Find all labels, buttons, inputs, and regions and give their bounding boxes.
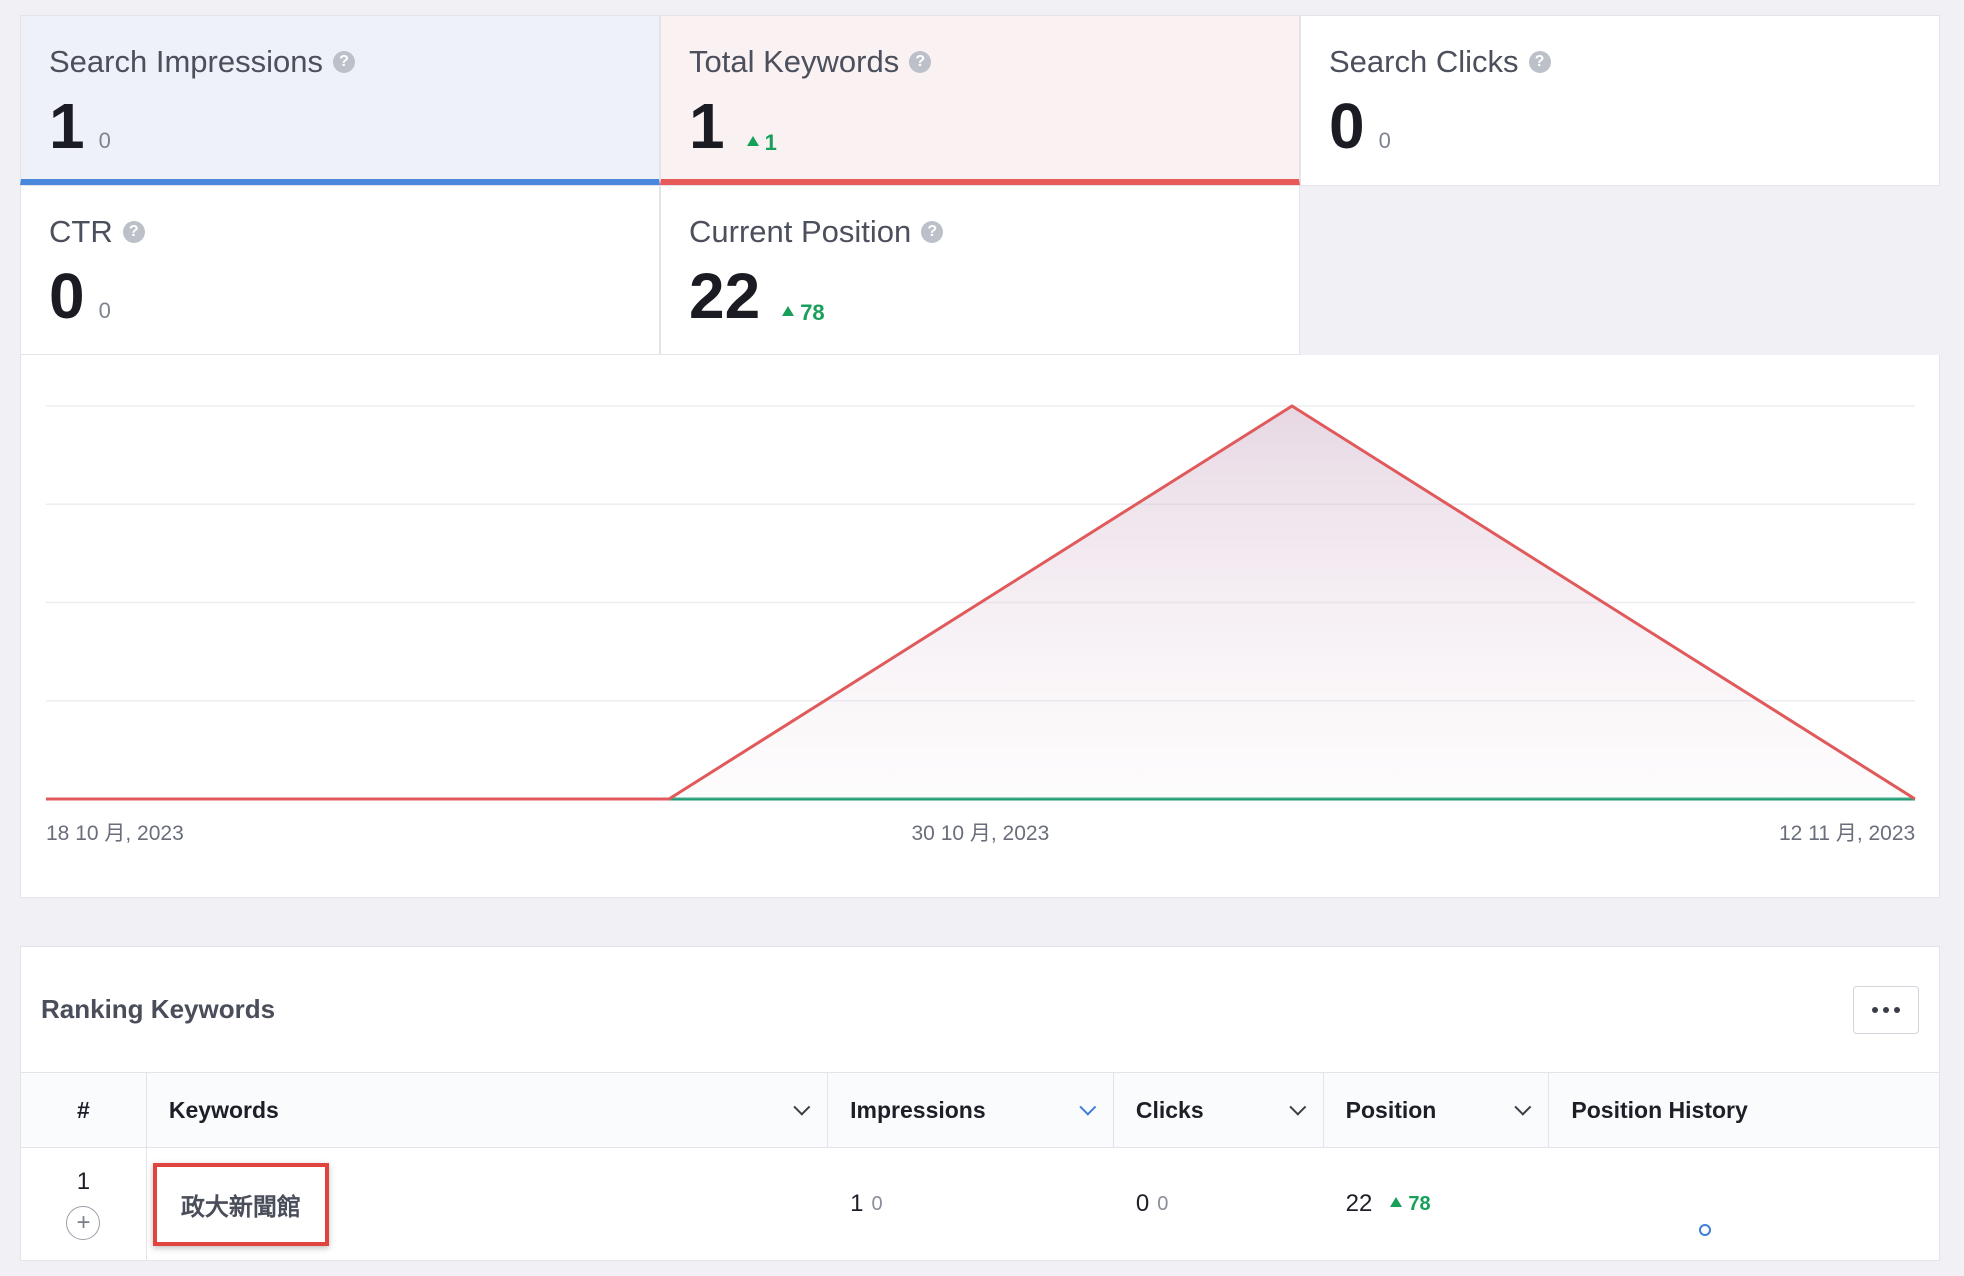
stat-delta-up: 78 — [782, 300, 825, 326]
expand-row-icon[interactable]: + — [66, 1206, 101, 1240]
chevron-down-icon[interactable] — [1288, 1098, 1306, 1116]
more-options-button[interactable] — [1853, 985, 1919, 1034]
sort-chevron-down-icon[interactable] — [1079, 1098, 1097, 1116]
stat-delta: 0 — [1378, 128, 1391, 153]
stat-value: 22 — [689, 260, 761, 332]
column-header-impressions[interactable]: Impressions — [828, 1073, 1114, 1147]
stat-card-ctr[interactable]: CTR ? 0 0 — [20, 185, 660, 355]
stats-grid: Search Impressions ? 1 0 Total Keywords … — [20, 15, 1940, 355]
help-icon[interactable]: ? — [921, 221, 944, 243]
help-icon[interactable]: ? — [122, 221, 145, 243]
x-tick-label: 18 10 月, 2023 — [46, 822, 184, 845]
clicks-delta: 0 — [1157, 1192, 1169, 1215]
stat-card-current-position[interactable]: Current Position ? 22 78 — [660, 185, 1300, 355]
help-icon[interactable]: ? — [332, 51, 355, 73]
stat-value: 0 — [1329, 90, 1365, 162]
column-header-num: # — [21, 1073, 147, 1147]
stat-value: 1 — [49, 90, 85, 162]
table-row: 1 + 政大新聞館 1 0 0 0 22 78 — [21, 1148, 1939, 1260]
stat-title: Current Position — [689, 214, 912, 249]
stat-delta: 1 — [764, 130, 777, 155]
chevron-down-icon[interactable] — [793, 1098, 811, 1116]
chevron-down-icon[interactable] — [1514, 1098, 1532, 1116]
ranking-keywords-panel: Ranking Keywords # Keywords Impressions … — [20, 946, 1940, 1261]
stat-delta: 0 — [98, 128, 111, 153]
impressions-delta: 0 — [871, 1192, 883, 1215]
stat-title: CTR — [49, 214, 113, 249]
arrow-up-icon — [746, 136, 759, 146]
stat-delta: 78 — [800, 300, 825, 325]
column-header-position[interactable]: Position — [1324, 1073, 1550, 1147]
arrow-up-icon — [782, 306, 795, 316]
column-header-position-history: Position History — [1571, 1096, 1748, 1123]
clicks-value: 0 — [1135, 1190, 1150, 1217]
table-header: # Keywords Impressions Clicks Position P… — [21, 1072, 1939, 1148]
arrow-up-icon — [1390, 1197, 1403, 1207]
stat-card-total-keywords[interactable]: Total Keywords ? 1 1 — [660, 15, 1300, 185]
performance-chart: 18 10 月, 2023 30 10 月, 2023 12 11 月, 2023 — [20, 355, 1940, 898]
column-header-clicks[interactable]: Clicks — [1114, 1073, 1324, 1147]
panel-title: Ranking Keywords — [41, 994, 276, 1024]
help-icon[interactable]: ? — [1528, 51, 1551, 73]
x-tick-label: 12 11 月, 2023 — [1779, 822, 1916, 845]
position-value: 22 — [1345, 1190, 1373, 1217]
help-icon[interactable]: ? — [909, 51, 932, 73]
position-history-point[interactable] — [1699, 1224, 1712, 1236]
x-tick-label: 30 10 月, 2023 — [911, 822, 1050, 845]
position-delta: 78 — [1390, 1193, 1431, 1216]
stat-delta: 0 — [98, 298, 111, 323]
keyword-link[interactable]: 政大新聞館 — [152, 1162, 329, 1246]
impressions-value: 1 — [850, 1190, 864, 1217]
stat-title: Search Clicks — [1329, 44, 1519, 79]
stat-delta-up: 1 — [746, 130, 777, 156]
stat-value: 1 — [689, 90, 725, 162]
stat-card-search-impressions[interactable]: Search Impressions ? 1 0 — [20, 15, 660, 185]
stat-value: 0 — [49, 260, 85, 332]
row-number: 1 — [76, 1168, 91, 1195]
column-header-keywords[interactable]: Keywords — [147, 1073, 829, 1147]
stat-title: Total Keywords — [689, 44, 900, 79]
stat-card-search-clicks[interactable]: Search Clicks ? 0 0 — [1300, 15, 1940, 186]
stat-title: Search Impressions — [49, 44, 323, 79]
more-dots-icon — [1872, 1006, 1878, 1013]
